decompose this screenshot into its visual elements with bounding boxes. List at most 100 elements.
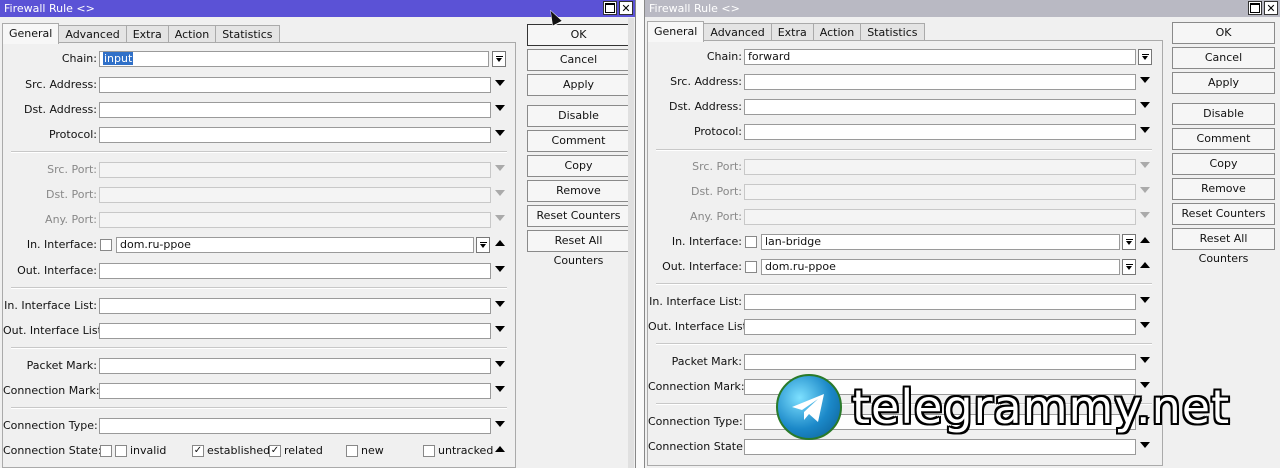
protocol-dropdown-icon[interactable] xyxy=(495,130,505,136)
out-interface-list-dropdown-icon[interactable] xyxy=(1140,322,1150,328)
out-interface-list-field[interactable] xyxy=(744,319,1136,335)
ok-button[interactable]: OK xyxy=(1172,22,1275,44)
in-interface-label: In. Interface: xyxy=(671,235,742,248)
src-address-label: Src. Address: xyxy=(670,75,742,88)
state-related-checkbox[interactable]: ✓ xyxy=(269,445,281,457)
remove-button[interactable]: Remove xyxy=(1172,178,1275,200)
state-established-checkbox[interactable]: ✓ xyxy=(192,445,204,457)
protocol-field[interactable] xyxy=(99,127,491,143)
reset-counters-button[interactable]: Reset Counters xyxy=(527,205,630,227)
title-bar[interactable]: Firewall Rule <> ✕ xyxy=(645,0,1280,17)
close-icon[interactable]: ✕ xyxy=(619,1,633,15)
packet-mark-label: Packet Mark: xyxy=(26,359,97,372)
reset-all-counters-button[interactable]: Reset All Counters xyxy=(1172,228,1275,265)
packet-mark-label: Packet Mark: xyxy=(671,355,742,368)
dst-address-field[interactable] xyxy=(744,99,1136,115)
copy-button[interactable]: Copy xyxy=(1172,153,1275,175)
src-port-row: Src. Port: xyxy=(648,157,1160,177)
collapse-icon[interactable] xyxy=(1140,262,1150,268)
src-address-dropdown-icon[interactable] xyxy=(495,80,505,86)
connection-type-row: Connection Type: xyxy=(3,416,515,436)
out-interface-field[interactable] xyxy=(99,263,491,279)
maximize-icon[interactable] xyxy=(603,1,617,15)
in-interface-list-field[interactable] xyxy=(99,298,491,314)
copy-button[interactable]: Copy xyxy=(527,155,630,177)
src-address-dropdown-icon[interactable] xyxy=(1140,77,1150,83)
in-interface-list-dropdown-icon[interactable] xyxy=(495,301,505,307)
out-interface-list-label: Out. Interface List: xyxy=(3,324,106,337)
in-interface-negate-checkbox[interactable] xyxy=(100,239,112,251)
connection-state-dropdown-icon[interactable] xyxy=(1140,442,1150,448)
connection-state-field[interactable] xyxy=(744,439,1136,455)
dst-address-label: Dst. Address: xyxy=(23,103,97,116)
in-interface-dropdown-button[interactable] xyxy=(476,237,490,253)
connection-mark-dropdown-icon[interactable] xyxy=(495,386,505,392)
out-interface-list-dropdown-icon[interactable] xyxy=(495,326,505,332)
title-bar[interactable]: Firewall Rule <> ✕ xyxy=(0,0,635,17)
connection-state-label: Connection State: xyxy=(3,444,102,457)
in-interface-negate-checkbox[interactable] xyxy=(745,236,757,248)
out-interface-list-row: Out. Interface List: xyxy=(648,317,1160,337)
connection-state-negate-checkbox[interactable] xyxy=(100,445,112,457)
state-untracked-checkbox[interactable] xyxy=(423,445,435,457)
state-invalid-checkbox[interactable] xyxy=(115,445,127,457)
connection-mark-label: Connection Mark: xyxy=(3,384,100,397)
dst-address-field[interactable] xyxy=(99,102,491,118)
tab-general[interactable]: General xyxy=(2,23,60,44)
dst-address-dropdown-icon[interactable] xyxy=(1140,102,1150,108)
packet-mark-dropdown-icon[interactable] xyxy=(495,361,505,367)
src-address-field[interactable] xyxy=(744,74,1136,90)
out-interface-negate-checkbox[interactable] xyxy=(745,261,757,273)
protocol-field[interactable] xyxy=(744,124,1136,140)
collapse-icon[interactable] xyxy=(495,240,505,246)
maximize-icon[interactable] xyxy=(1248,1,1262,15)
packet-mark-dropdown-icon[interactable] xyxy=(1140,357,1150,363)
reset-counters-button[interactable]: Reset Counters xyxy=(1172,203,1275,225)
dst-port-label: Dst. Port: xyxy=(45,188,97,201)
firewall-rule-window-1: Firewall Rule <> ✕ General Advanced Extr… xyxy=(0,0,636,468)
scrollbar[interactable] xyxy=(628,18,634,468)
out-interface-field[interactable]: dom.ru-ppoe xyxy=(761,259,1120,275)
in-interface-field[interactable]: lan-bridge xyxy=(761,234,1120,250)
src-address-field[interactable] xyxy=(99,77,491,93)
out-interface-dropdown-icon[interactable] xyxy=(495,266,505,272)
collapse-icon[interactable] xyxy=(1140,237,1150,243)
collapse-icon[interactable] xyxy=(495,446,505,452)
window-title: Firewall Rule <> xyxy=(4,2,95,15)
apply-button[interactable]: Apply xyxy=(1172,72,1275,94)
comment-button[interactable]: Comment xyxy=(527,130,630,152)
connection-type-field[interactable] xyxy=(99,418,491,434)
connection-type-dropdown-icon[interactable] xyxy=(495,421,505,427)
in-interface-list-field[interactable] xyxy=(744,294,1136,310)
chain-dropdown-button[interactable] xyxy=(492,51,506,67)
cancel-button[interactable]: Cancel xyxy=(1172,47,1275,69)
comment-button[interactable]: Comment xyxy=(1172,128,1275,150)
chain-field[interactable]: forward xyxy=(744,49,1136,65)
in-interface-list-dropdown-icon[interactable] xyxy=(1140,297,1150,303)
state-related-label: related xyxy=(284,444,323,457)
disable-button[interactable]: Disable xyxy=(527,105,630,127)
reset-all-counters-button[interactable]: Reset All Counters xyxy=(527,230,630,267)
packet-mark-field[interactable] xyxy=(99,358,491,374)
state-new-checkbox[interactable] xyxy=(346,445,358,457)
ok-button[interactable]: OK xyxy=(527,24,630,46)
remove-button[interactable]: Remove xyxy=(527,180,630,202)
connection-state-row: Connection State: xyxy=(648,437,1160,457)
apply-button[interactable]: Apply xyxy=(527,74,630,96)
disable-button[interactable]: Disable xyxy=(1172,103,1275,125)
connection-mark-field[interactable] xyxy=(99,383,491,399)
chain-field[interactable]: input xyxy=(99,51,489,67)
src-address-label: Src. Address: xyxy=(25,78,97,91)
protocol-dropdown-icon[interactable] xyxy=(1140,127,1150,133)
in-interface-field[interactable]: dom.ru-ppoe xyxy=(116,237,474,253)
out-interface-dropdown-button[interactable] xyxy=(1122,259,1136,275)
cancel-button[interactable]: Cancel xyxy=(527,49,630,71)
dst-address-dropdown-icon[interactable] xyxy=(495,105,505,111)
close-icon[interactable]: ✕ xyxy=(1264,1,1278,15)
chain-dropdown-button[interactable] xyxy=(1138,49,1152,65)
tab-general[interactable]: General xyxy=(647,21,705,42)
packet-mark-field[interactable] xyxy=(744,354,1136,370)
in-interface-dropdown-button[interactable] xyxy=(1122,234,1136,250)
out-interface-list-field[interactable] xyxy=(99,323,491,339)
in-interface-label: In. Interface: xyxy=(26,238,97,251)
